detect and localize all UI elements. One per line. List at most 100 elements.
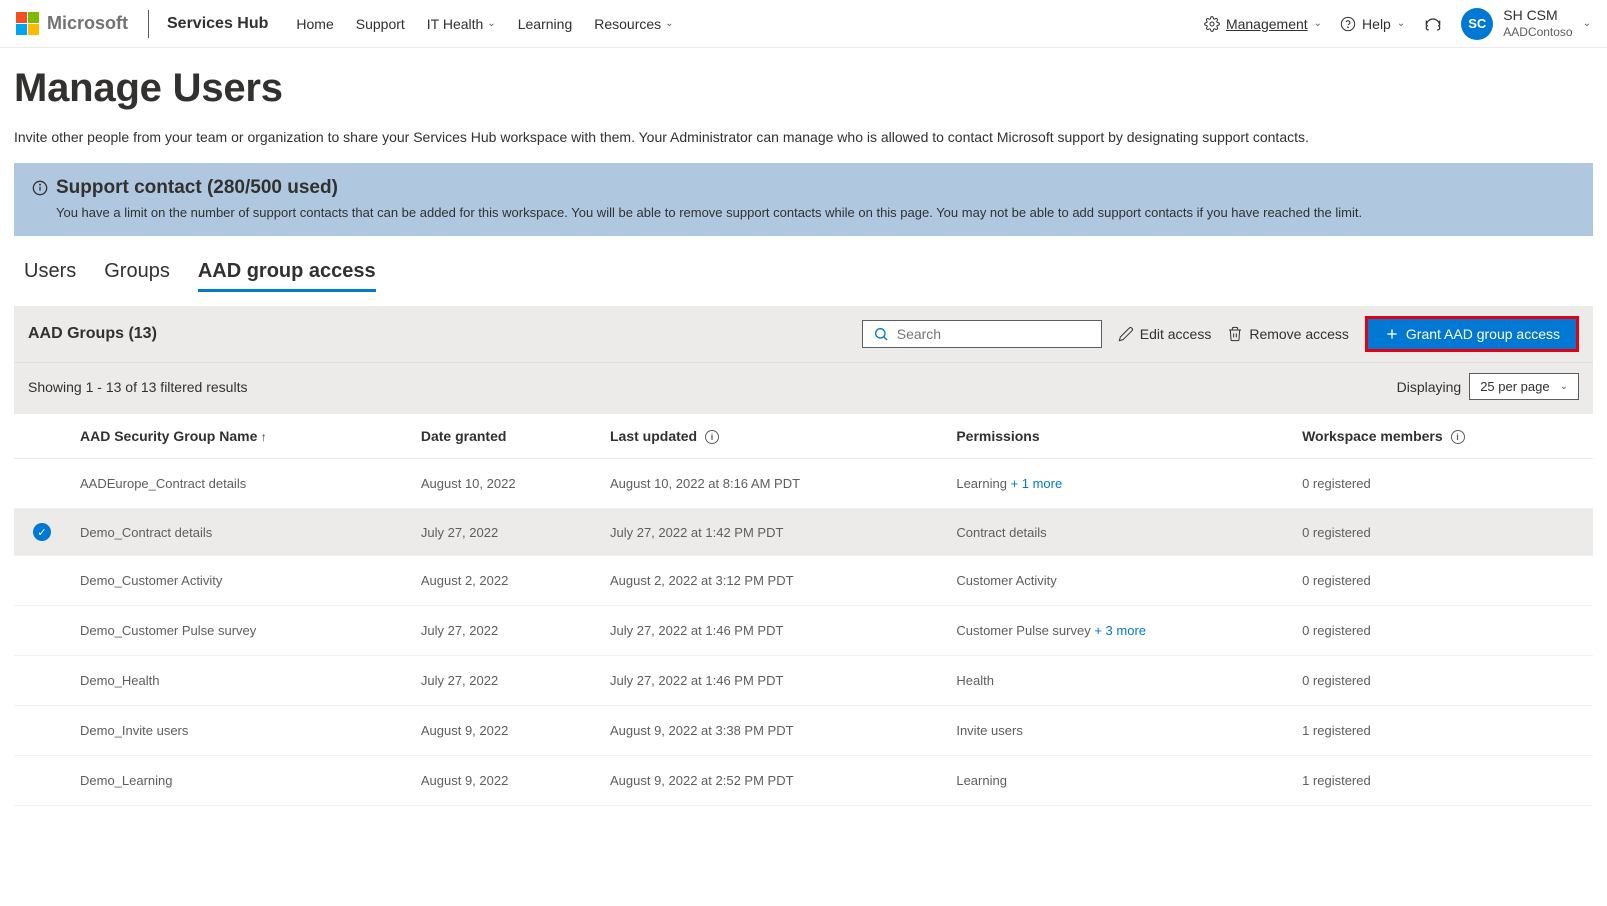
nav-resources-label: Resources (594, 16, 661, 32)
col-last-updated[interactable]: Last updated i (600, 414, 946, 459)
microsoft-logo-icon (16, 12, 39, 35)
col-permissions[interactable]: Permissions (946, 414, 1292, 459)
chevron-down-icon: ⌄ (665, 18, 673, 29)
primary-nav: Home Support IT Health ⌄ Learning Resour… (296, 16, 673, 32)
cell-members: 1 registered (1292, 756, 1593, 806)
microsoft-logo[interactable]: Microsoft (16, 12, 148, 35)
management-menu[interactable]: Management ⌄ (1204, 16, 1322, 32)
page-description: Invite other people from your team or or… (14, 129, 1593, 145)
tabs: Users Groups AAD group access (14, 260, 1593, 292)
cell-date-granted: August 10, 2022 (411, 459, 600, 509)
chevron-down-icon: ⌄ (487, 18, 495, 29)
nav-support[interactable]: Support (356, 16, 405, 32)
remove-access-label: Remove access (1249, 326, 1349, 342)
col-last-updated-label: Last updated (610, 428, 697, 444)
nav-ithealth-label: IT Health (427, 16, 484, 32)
info-icon (32, 180, 48, 196)
app-name[interactable]: Services Hub (167, 15, 268, 33)
page-size-select[interactable]: 25 per page ⌄ (1469, 373, 1579, 400)
cell-permissions: Contract details (946, 509, 1292, 556)
help-menu[interactable]: Help ⌄ (1340, 16, 1405, 32)
page-size-value: 25 per page (1480, 379, 1549, 394)
table-row[interactable]: Demo_Customer ActivityAugust 2, 2022Augu… (14, 556, 1593, 606)
grant-aad-group-access-button[interactable]: Grant AAD group access (1365, 316, 1579, 352)
cell-permissions: Health (946, 656, 1292, 706)
account-menu[interactable]: SC SH CSM AADContoso ⌄ (1461, 7, 1591, 40)
cell-group-name: Demo_Contract details (70, 509, 411, 556)
col-date-granted[interactable]: Date granted (411, 414, 600, 459)
nav-learning[interactable]: Learning (518, 16, 573, 32)
table-row[interactable]: Demo_LearningAugust 9, 2022August 9, 202… (14, 756, 1593, 806)
gear-icon (1204, 16, 1220, 32)
cell-members: 0 registered (1292, 509, 1593, 556)
toolbar-title: AAD Groups (13) (28, 325, 157, 343)
col-select (14, 414, 70, 459)
pencil-icon (1118, 326, 1134, 342)
grant-button-label: Grant AAD group access (1406, 326, 1560, 342)
chevron-down-icon: ⌄ (1314, 18, 1322, 29)
cell-date-granted: July 27, 2022 (411, 606, 600, 656)
row-checkbox[interactable]: ✓ (33, 523, 51, 541)
header-right: Management ⌄ Help ⌄ SC SH CSM AADContoso… (1204, 7, 1591, 40)
table-wrap: AAD Security Group Name Date granted Las… (14, 414, 1593, 806)
row-checkbox[interactable] (33, 570, 51, 588)
table-row[interactable]: ✓Demo_Contract detailsJuly 27, 2022July … (14, 509, 1593, 556)
aad-groups-table: AAD Security Group Name Date granted Las… (14, 414, 1593, 806)
search-icon (873, 326, 889, 342)
cell-members: 0 registered (1292, 459, 1593, 509)
cell-date-granted: July 27, 2022 (411, 656, 600, 706)
search-box[interactable] (862, 320, 1102, 348)
microsoft-brand-text: Microsoft (47, 13, 128, 34)
divider (148, 10, 149, 38)
row-checkbox[interactable] (33, 473, 51, 491)
table-row[interactable]: Demo_Invite usersAugust 9, 2022August 9,… (14, 706, 1593, 756)
row-checkbox[interactable] (33, 720, 51, 738)
permissions-more-link[interactable]: + 3 more (1094, 623, 1146, 638)
user-info: SH CSM AADContoso (1503, 7, 1572, 40)
col-members[interactable]: Workspace members i (1292, 414, 1593, 459)
tab-aad-group-access[interactable]: AAD group access (198, 260, 376, 292)
row-checkbox[interactable] (33, 670, 51, 688)
edit-access-button[interactable]: Edit access (1118, 326, 1212, 342)
remove-access-button[interactable]: Remove access (1227, 326, 1349, 342)
col-members-label: Workspace members (1302, 428, 1443, 444)
cell-date-granted: August 9, 2022 (411, 706, 600, 756)
contact-icon-button[interactable] (1423, 14, 1443, 34)
row-checkbox[interactable] (33, 620, 51, 638)
row-checkbox[interactable] (33, 770, 51, 788)
cell-group-name: AADEurope_Contract details (70, 459, 411, 509)
info-icon[interactable]: i (705, 430, 719, 444)
cell-members: 1 registered (1292, 706, 1593, 756)
chevron-down-icon: ⌄ (1583, 18, 1591, 29)
cell-last-updated: July 27, 2022 at 1:46 PM PDT (600, 606, 946, 656)
tab-users[interactable]: Users (24, 260, 76, 292)
cell-group-name: Demo_Customer Pulse survey (70, 606, 411, 656)
info-icon[interactable]: i (1451, 430, 1465, 444)
support-contact-notice: Support contact (280/500 used) You have … (14, 163, 1593, 236)
trash-icon (1227, 326, 1243, 342)
nav-resources[interactable]: Resources ⌄ (594, 16, 673, 32)
notice-title: Support contact (280/500 used) (32, 177, 1575, 199)
table-row[interactable]: Demo_Customer Pulse surveyJuly 27, 2022J… (14, 606, 1593, 656)
col-name[interactable]: AAD Security Group Name (70, 414, 411, 459)
chevron-down-icon: ⌄ (1560, 381, 1568, 392)
search-input[interactable] (897, 326, 1091, 342)
cell-permissions: Invite users (946, 706, 1292, 756)
headset-icon (1423, 14, 1443, 34)
table-row[interactable]: Demo_HealthJuly 27, 2022July 27, 2022 at… (14, 656, 1593, 706)
cell-group-name: Demo_Customer Activity (70, 556, 411, 606)
chevron-down-icon: ⌄ (1397, 18, 1405, 29)
content: Manage Users Invite other people from yo… (0, 48, 1607, 806)
tab-groups[interactable]: Groups (104, 260, 170, 292)
header: Microsoft Services Hub Home Support IT H… (0, 0, 1607, 48)
permissions-more-link[interactable]: + 1 more (1011, 476, 1063, 491)
cell-last-updated: August 9, 2022 at 2:52 PM PDT (600, 756, 946, 806)
nav-home[interactable]: Home (296, 16, 333, 32)
avatar: SC (1461, 8, 1493, 40)
nav-ithealth[interactable]: IT Health ⌄ (427, 16, 496, 32)
cell-last-updated: August 2, 2022 at 3:12 PM PDT (600, 556, 946, 606)
edit-access-label: Edit access (1140, 326, 1212, 342)
cell-permissions: Customer Pulse survey + 3 more (946, 606, 1292, 656)
cell-last-updated: August 10, 2022 at 8:16 AM PDT (600, 459, 946, 509)
table-row[interactable]: AADEurope_Contract detailsAugust 10, 202… (14, 459, 1593, 509)
